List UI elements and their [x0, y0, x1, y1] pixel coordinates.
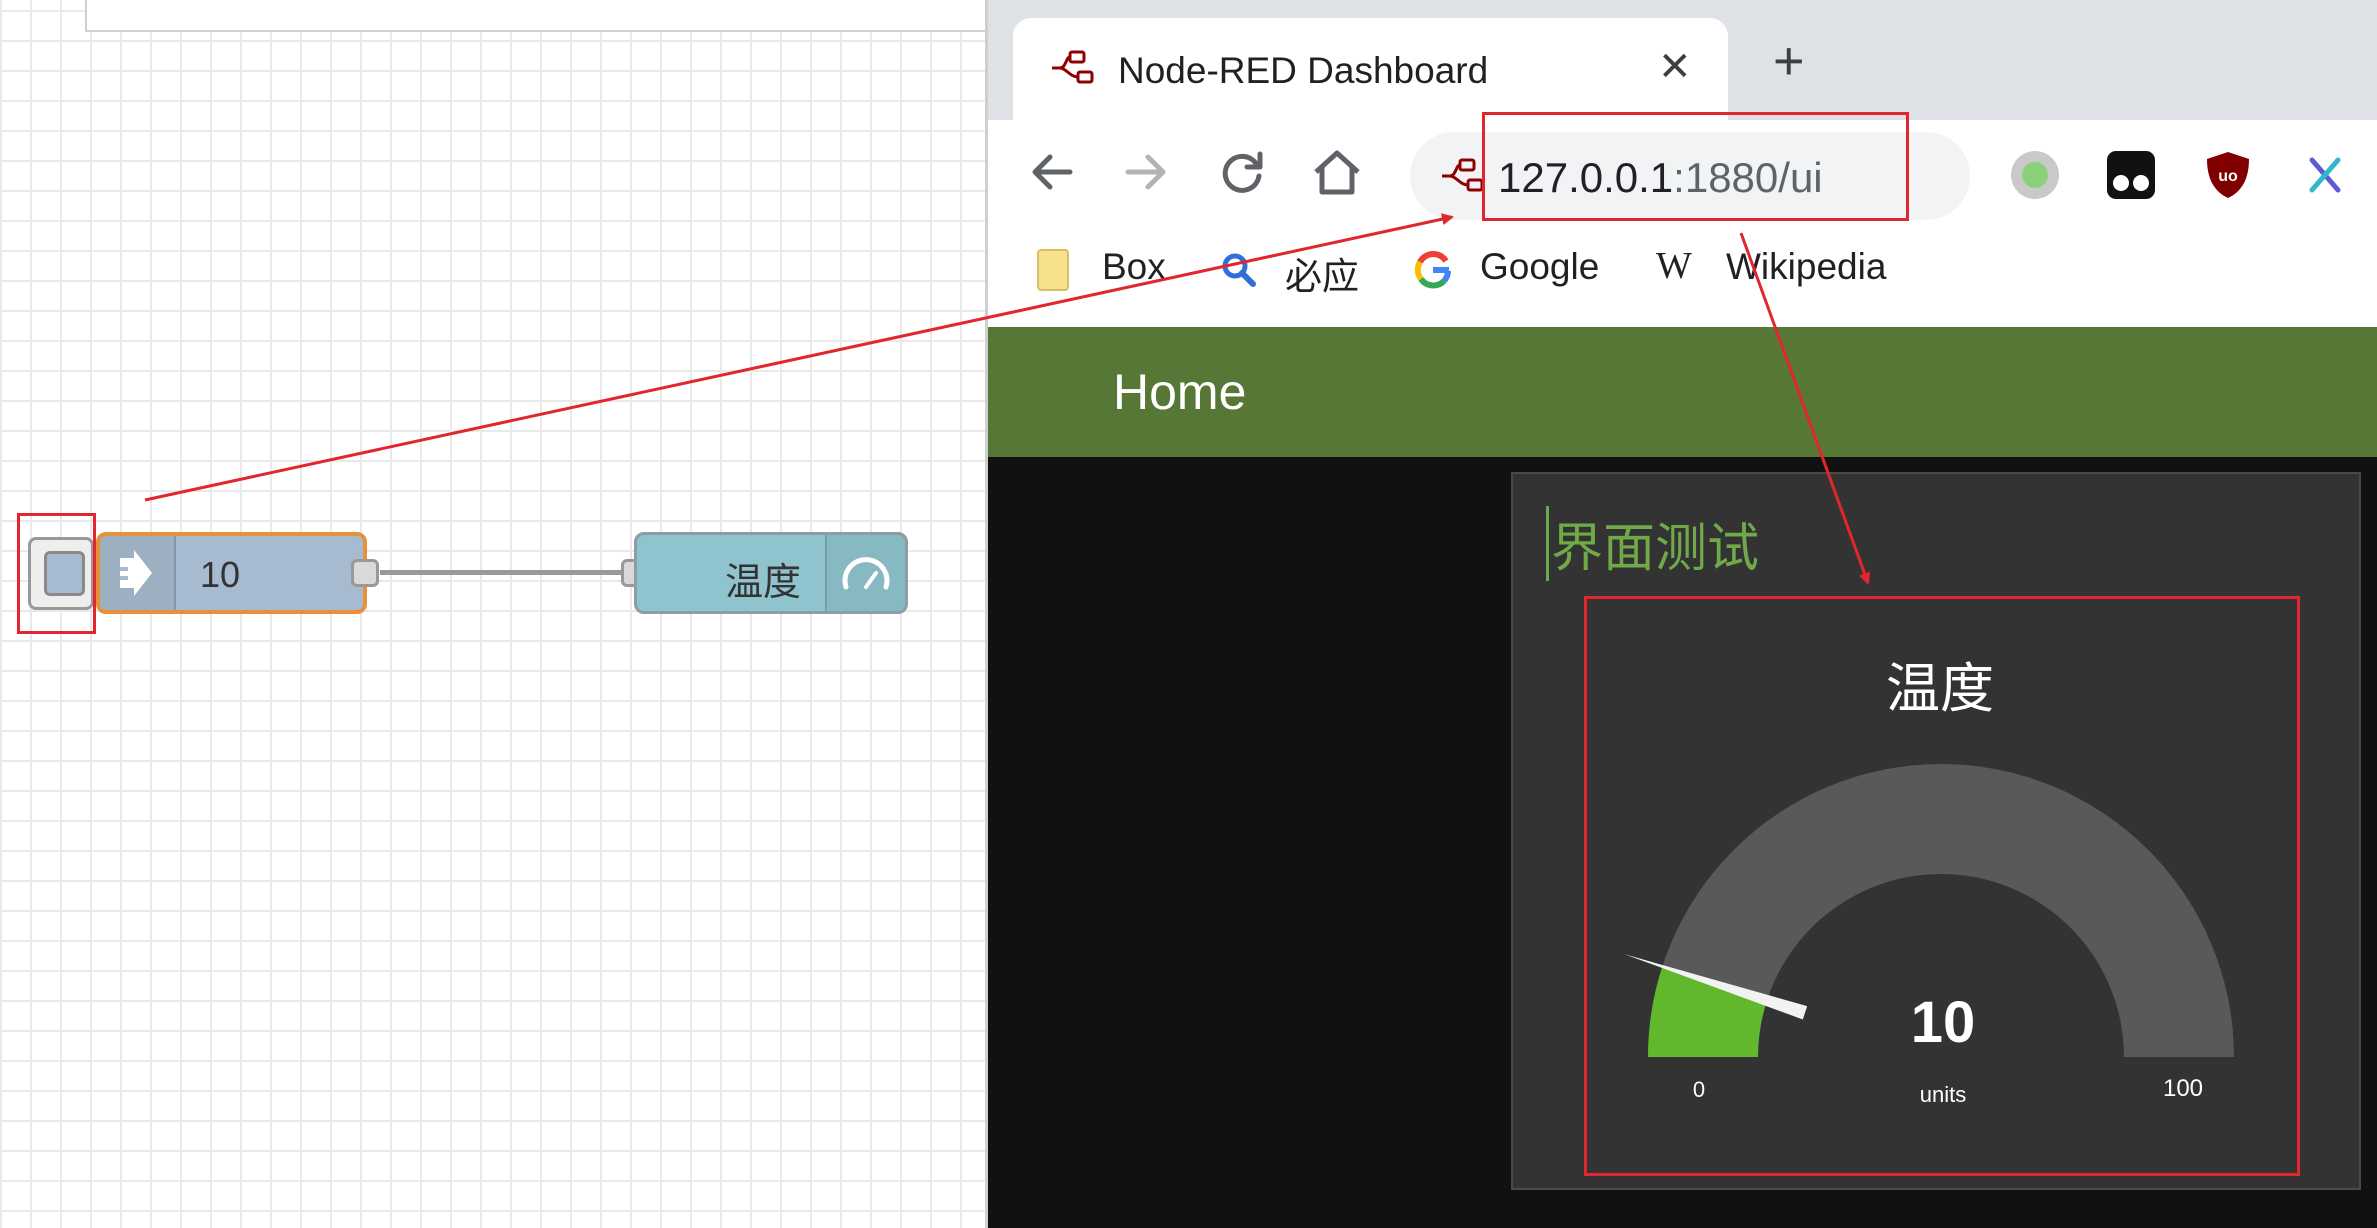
google-icon	[1413, 250, 1453, 295]
bookmark-wikipedia[interactable]: Wikipedia	[1726, 246, 1886, 288]
bookmark-google[interactable]: Google	[1480, 246, 1599, 288]
new-tab-button[interactable]: +	[1773, 34, 1805, 88]
gauge-node-label: 温度	[724, 562, 801, 604]
node-red-site-icon	[1438, 156, 1488, 201]
inject-node-label: 10	[200, 554, 241, 595]
ublock-origin-icon[interactable]: uo	[2203, 150, 2253, 200]
inject-arrow-icon	[100, 536, 176, 610]
bookmark-box[interactable]: Box	[1102, 246, 1166, 288]
tab-title: Node-RED Dashboard	[1118, 50, 1489, 91]
svg-text:uo: uo	[2218, 168, 2238, 185]
folder-icon	[1036, 248, 1072, 297]
wikipedia-icon: W	[1656, 245, 1692, 287]
back-icon[interactable]	[1026, 146, 1078, 207]
inject-output-port[interactable]	[351, 559, 379, 587]
node-red-workspace[interactable]: 10 温度	[0, 0, 985, 1228]
node-red-favicon-icon	[1048, 46, 1098, 95]
home-icon[interactable]	[1310, 146, 1364, 207]
circle-extension-icon[interactable]	[2010, 150, 2060, 200]
dashboard-title: Home	[1113, 364, 1247, 420]
tab-close-icon[interactable]: ✕	[1658, 44, 1692, 90]
flow-wire[interactable]	[380, 570, 630, 575]
dashboard-header: Home	[988, 327, 2377, 457]
reload-icon[interactable]	[1216, 146, 1268, 207]
annotation-highlight-url	[1482, 112, 1909, 221]
gauge-node[interactable]: 温度	[634, 532, 908, 614]
annotation-highlight-gauge	[1584, 596, 2300, 1176]
annotation-highlight-inject-button	[17, 513, 96, 634]
inject-node[interactable]: 10	[96, 532, 367, 614]
browser-window: Node-RED Dashboard ✕ + 127.0.0.1:1880/ui…	[985, 0, 2377, 1228]
bing-search-icon	[1221, 252, 1257, 293]
x-extension-icon[interactable]	[2300, 150, 2350, 200]
browser-tab[interactable]: Node-RED Dashboard ✕	[1013, 18, 1728, 120]
tampermonkey-icon[interactable]	[2106, 150, 2156, 200]
forward-icon[interactable]	[1120, 146, 1172, 207]
bookmark-bing[interactable]: 必应	[1285, 246, 1359, 300]
dashboard-content: 界面测试 温度 10 units 0 100	[988, 457, 2377, 1228]
workspace-tab-bar	[85, 0, 985, 32]
gauge-icon	[825, 535, 905, 611]
dashboard-group: 界面测试 温度 10 units 0 100	[1511, 472, 2361, 1190]
